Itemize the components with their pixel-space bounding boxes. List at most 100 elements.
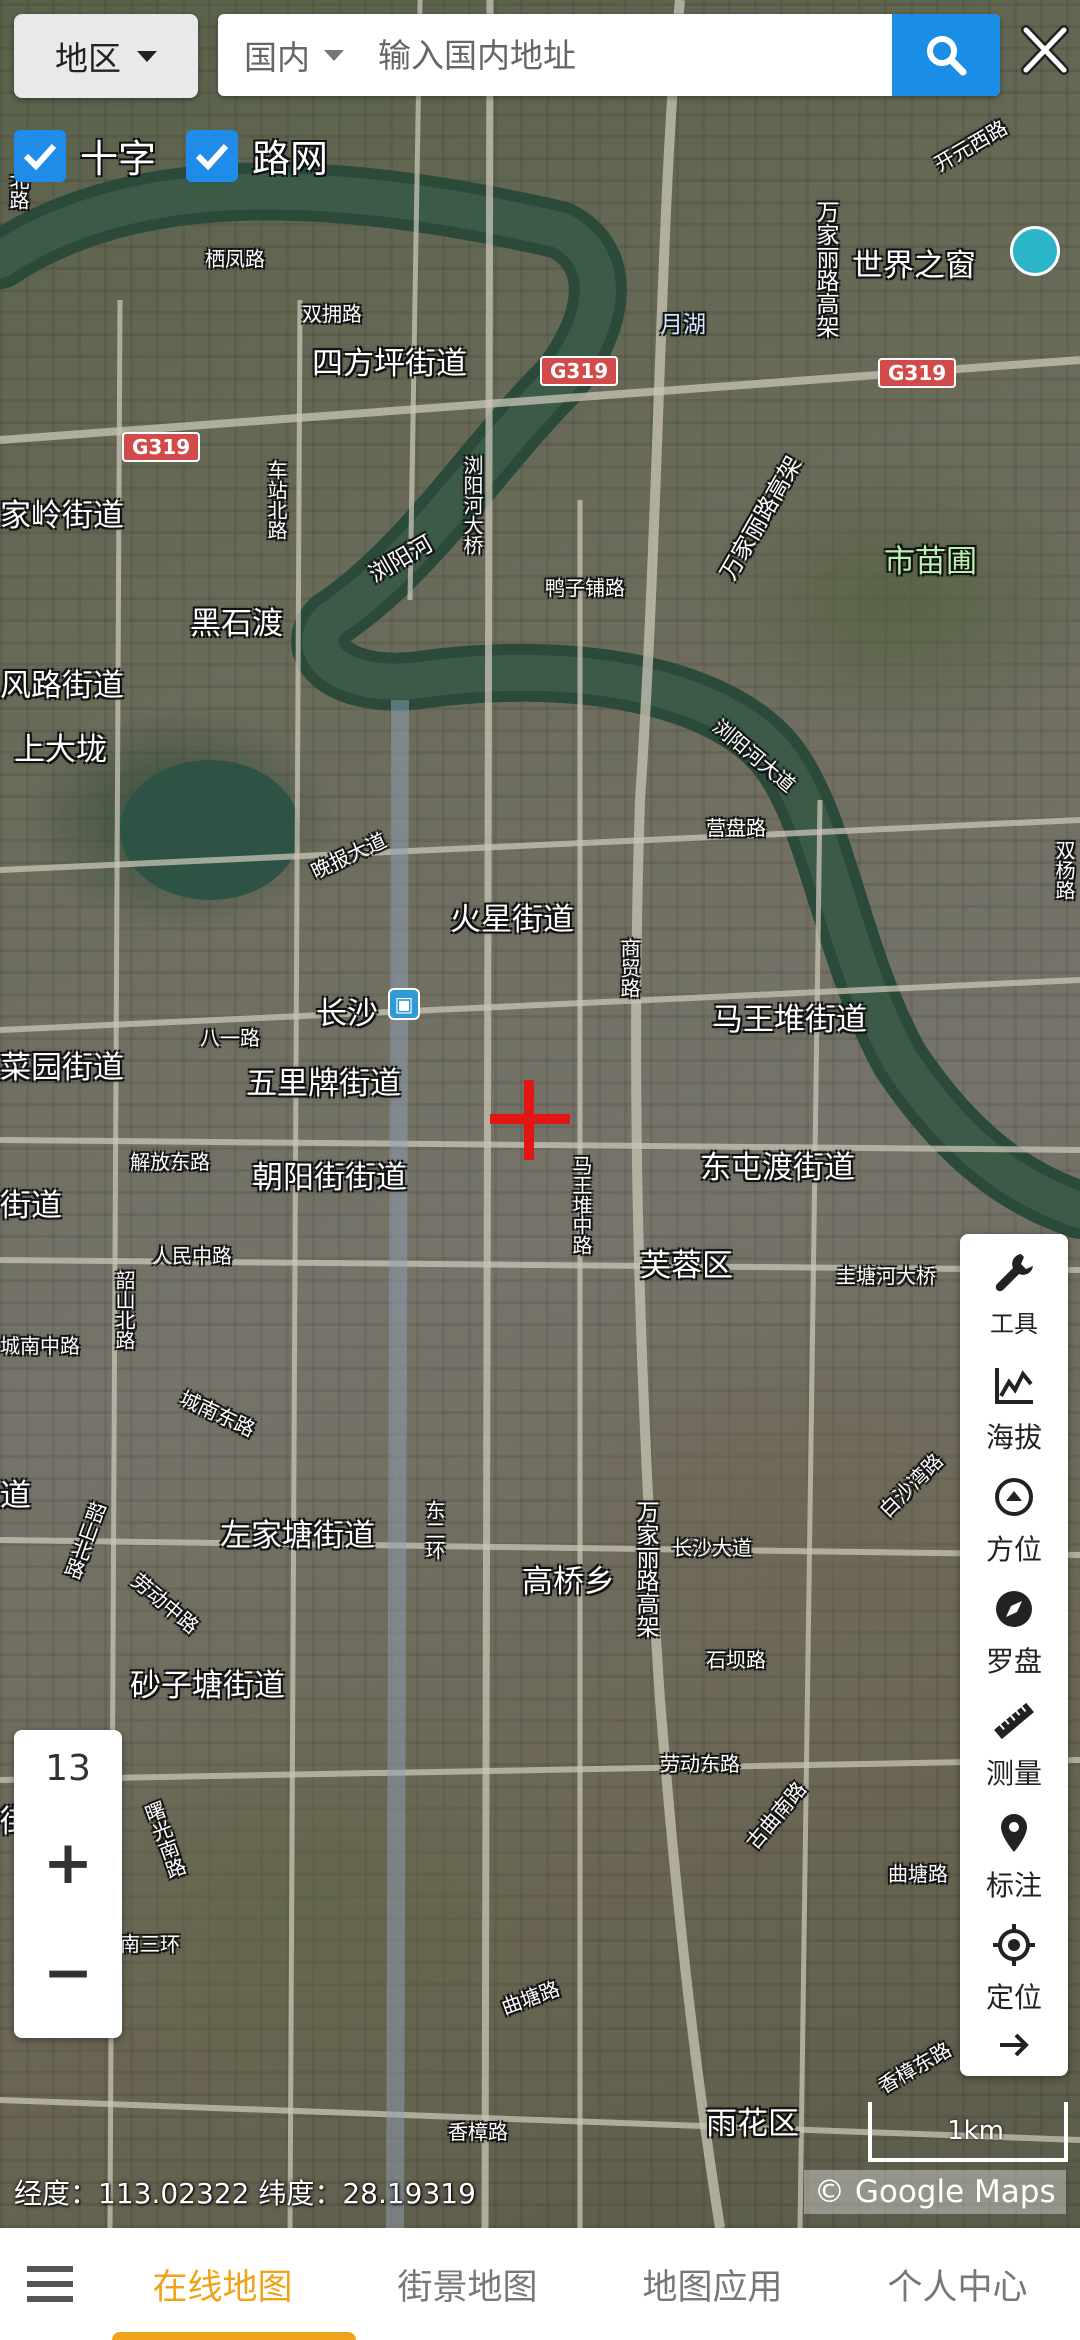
map-label: 鸭子铺路 — [545, 576, 625, 600]
zoom-in-button[interactable]: + — [14, 1808, 122, 1918]
compass-icon — [996, 1591, 1032, 1627]
scale-label: 1km — [947, 2116, 1004, 2146]
roadnet-toggle[interactable]: 路网 — [186, 128, 328, 183]
tool-label: 方位 — [985, 1533, 1042, 1566]
zoom-level: 13 — [45, 1748, 91, 1789]
map-label: 车站北路 — [264, 460, 288, 540]
zoom-control: 13 + − — [14, 1730, 122, 2038]
close-icon — [1021, 25, 1069, 75]
map-label: 砂子塘街道 — [130, 1668, 285, 1704]
wrench-icon — [995, 1254, 1033, 1292]
zoom-out-button[interactable]: − — [14, 1918, 122, 2028]
map-label: 月湖 — [660, 312, 706, 338]
search-scope-label: 国内 — [244, 38, 310, 77]
map-label: 道 — [0, 1478, 31, 1514]
search-bar: 国内 — [218, 14, 1000, 96]
map-label: 上大垅 — [14, 732, 107, 768]
bearing-icon — [995, 1478, 1033, 1516]
map-label: 马王堆街道 — [712, 1002, 867, 1038]
tab-street-view[interactable]: 街景地图 — [397, 2228, 537, 2340]
tab-label: 在线地图 — [152, 2267, 293, 2308]
satellite-map[interactable]: 栖凤路 双拥路 四方坪街道 G319 G319 G319 月湖 世界之窗 开元西… — [0, 0, 1080, 2228]
search-icon — [927, 36, 967, 76]
toolbar-collapse-button[interactable] — [994, 2030, 1034, 2064]
tab-map-apps[interactable]: 地图应用 — [642, 2228, 782, 2340]
tool-button-elevation[interactable]: 海拔 — [960, 1354, 1068, 1466]
tool-button-measure[interactable]: 测量 — [960, 1690, 1068, 1802]
highway-shield: G319 — [878, 358, 957, 388]
tool-label: 工具 — [990, 1310, 1038, 1338]
map-label: 南三环 — [120, 1932, 180, 1956]
map-label: 市苗圃 — [884, 544, 977, 580]
region-button-label: 地区 — [55, 39, 121, 78]
active-tab-indicator — [112, 2332, 357, 2340]
map-label: 万家丽路高架 — [632, 1500, 658, 1638]
tool-button-tools[interactable]: 工具 — [960, 1242, 1068, 1354]
map-attribution: © Google Maps — [804, 2170, 1066, 2214]
menu-button[interactable] — [0, 2228, 100, 2340]
chevron-down-icon — [137, 50, 157, 62]
hamburger-icon — [27, 2266, 73, 2302]
tool-button-locate[interactable]: 定位 — [960, 1914, 1068, 2026]
map-label: 万家丽路高架 — [812, 200, 838, 338]
map-label: 左家塘街道 — [220, 1518, 375, 1554]
map-label: 韶山北路 — [112, 1270, 136, 1350]
map-label: 解放东路 — [130, 1150, 210, 1174]
tool-label: 测量 — [985, 1757, 1042, 1790]
ruler-icon — [994, 1702, 1034, 1740]
crosshair-toggle[interactable]: 十字 — [14, 128, 156, 183]
map-label: 浏阳河大桥 — [460, 455, 484, 555]
map-label: 芙蓉区 — [640, 1248, 733, 1284]
map-tools-panel: 工具 海拔 方位 罗盘 测量 标注 定位 — [960, 1234, 1068, 2076]
search-button[interactable] — [892, 14, 1000, 96]
tab-personal-center[interactable]: 个人中心 — [887, 2228, 1027, 2340]
map-label: 朝阳街街道 — [252, 1160, 407, 1196]
elevation-chart-icon — [995, 1368, 1033, 1404]
tool-label: 海拔 — [985, 1421, 1042, 1454]
camera-poi-icon[interactable] — [1010, 226, 1060, 276]
map-label: 街道 — [0, 1188, 62, 1224]
map-label: 雨花区 — [706, 2106, 799, 2142]
search-scope-dropdown[interactable]: 国内 — [218, 31, 366, 79]
railway-station-icon[interactable]: ▣ — [388, 988, 420, 1020]
checkbox-checked-icon[interactable] — [186, 129, 239, 182]
map-label: 世界之窗 — [852, 248, 976, 284]
tool-button-compass[interactable]: 罗盘 — [960, 1578, 1068, 1690]
map-label: 劳动东路 — [660, 1752, 740, 1776]
map-label: 香樟路 — [448, 2120, 508, 2144]
tool-button-mark[interactable]: 标注 — [960, 1802, 1068, 1914]
map-label: 城南中路 — [0, 1334, 80, 1358]
map-label: 八一路 — [200, 1026, 260, 1050]
map-label: 马王堆中路 — [569, 1155, 593, 1255]
tool-label: 标注 — [985, 1869, 1042, 1902]
search-input[interactable] — [366, 14, 892, 96]
map-label: 商贸路 — [617, 938, 641, 998]
map-label: 火星街道 — [450, 902, 574, 938]
map-label: 黑石渡 — [190, 606, 283, 642]
map-label: 人民中路 — [152, 1244, 232, 1268]
region-dropdown-button[interactable]: 地区 — [14, 14, 198, 98]
locate-icon — [993, 1924, 1035, 1966]
highway-shield: G319 — [122, 432, 201, 462]
highway-shield: G319 — [540, 356, 619, 386]
map-label: 五里牌街道 — [246, 1066, 401, 1102]
tool-button-bearing[interactable]: 方位 — [960, 1466, 1068, 1578]
tab-label: 街景地图 — [397, 2267, 538, 2308]
map-overlay-toggles: 十字 路网 — [14, 128, 342, 183]
map-label: 东二环 — [422, 1500, 446, 1560]
map-label: 石坝路 — [706, 1648, 766, 1672]
map-label: 风路街道 — [0, 668, 124, 704]
map-label: 营盘路 — [706, 816, 766, 840]
map-scale-bar: 1km — [868, 2102, 1068, 2162]
close-button[interactable] — [1020, 22, 1070, 78]
chevron-down-icon — [324, 49, 344, 61]
coordinates-readout: 经度：113.02322 纬度：28.19319 — [14, 2177, 476, 2210]
map-label: 家岭街道 — [0, 498, 124, 534]
checkbox-checked-icon[interactable] — [14, 129, 66, 182]
map-label: 长沙大道 — [672, 1536, 752, 1560]
roadnet-toggle-label: 路网 — [252, 137, 329, 181]
map-label: 双拥路 — [302, 302, 362, 326]
arrow-right-icon — [1000, 2033, 1029, 2057]
tab-online-map[interactable]: 在线地图 — [112, 2228, 357, 2340]
map-label: 栖凤路 — [205, 247, 265, 271]
